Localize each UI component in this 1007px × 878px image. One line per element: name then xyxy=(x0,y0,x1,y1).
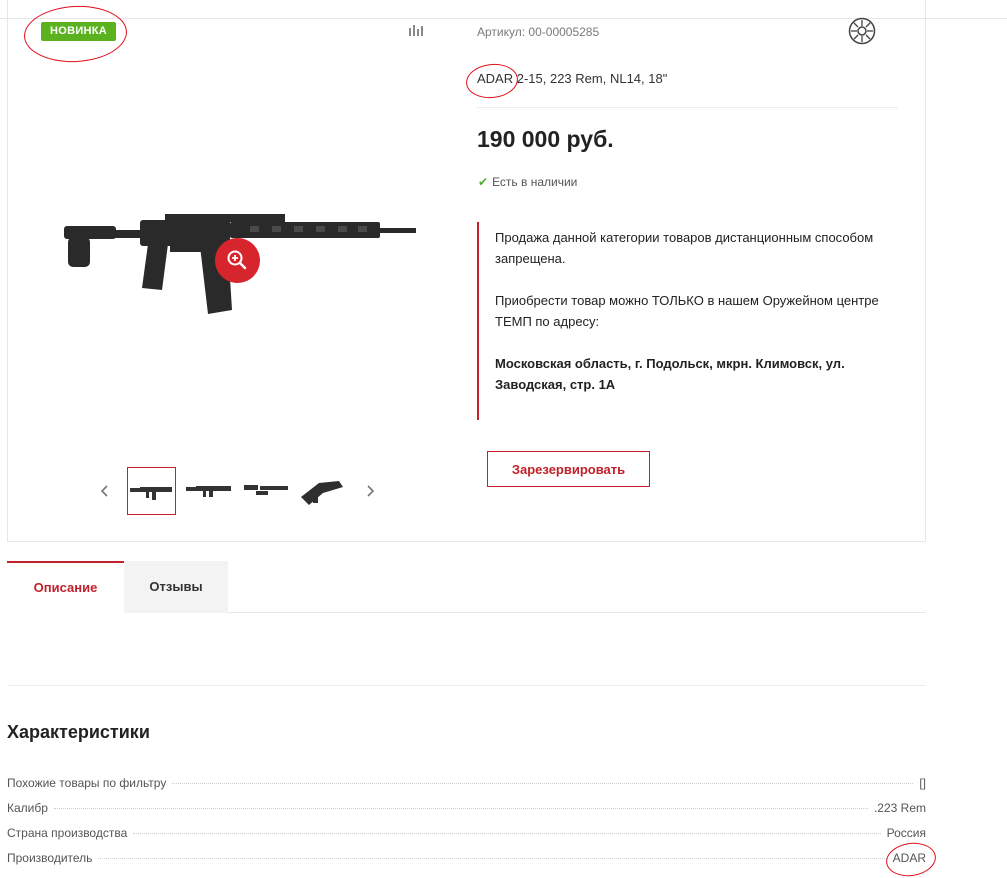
characteristic-value: ADAR xyxy=(892,851,926,865)
new-badge: НОВИНКА xyxy=(41,22,117,41)
characteristic-value: Россия xyxy=(886,826,926,840)
characteristic-row: Калибр .223 Rem xyxy=(7,801,926,819)
title-divider xyxy=(477,107,898,108)
characteristics-title: Характеристики xyxy=(7,722,150,742)
thumbnail-3[interactable] xyxy=(242,467,291,515)
stock-label: Есть в наличии xyxy=(492,175,578,189)
thumbnail-gallery xyxy=(96,466,386,516)
product-price: 190 000 руб. xyxy=(477,126,614,152)
notice-line-2: Приобрести товар можно ТОЛЬКО в нашем Ор… xyxy=(495,293,879,329)
characteristic-row: Страна производства Россия xyxy=(7,826,926,844)
reserve-button[interactable]: Зарезервировать xyxy=(487,451,650,487)
tab-reviews[interactable]: Отзывы xyxy=(124,561,228,613)
characteristic-row: Производитель ADAR xyxy=(7,851,926,869)
thumbnail-1[interactable] xyxy=(127,467,176,515)
zoom-in-icon xyxy=(227,250,247,270)
sale-notice: Продажа данной категории товаров дистанц… xyxy=(477,222,897,420)
notice-line-1: Продажа данной категории товаров дистанц… xyxy=(495,230,874,266)
product-tabs: Описание Отзывы xyxy=(7,561,926,613)
sku-value: 00-00005285 xyxy=(528,25,600,39)
tab-description[interactable]: Описание xyxy=(7,561,124,613)
zoom-button[interactable] xyxy=(215,238,260,283)
notice-address: Московская область, г. Подольск, мкрн. К… xyxy=(495,356,845,392)
brand-logo-icon xyxy=(848,17,876,45)
thumbnail-4[interactable] xyxy=(299,467,348,515)
dotted-leader xyxy=(98,858,887,859)
characteristic-name: Производитель xyxy=(7,851,93,865)
chevron-left-icon[interactable] xyxy=(96,481,114,501)
characteristic-row: Похожие товары по фильтру [] xyxy=(7,776,926,794)
sku-label: Артикул: xyxy=(477,25,526,39)
check-icon: ✔ xyxy=(478,175,489,189)
thumbnail-2[interactable] xyxy=(185,467,234,515)
sku: Артикул: 00-00005285 xyxy=(477,25,599,39)
bar-chart-icon[interactable] xyxy=(408,23,424,37)
dotted-leader xyxy=(172,783,914,784)
characteristic-name: Калибр xyxy=(7,801,48,815)
characteristic-value: .223 Rem xyxy=(873,801,926,815)
section-divider xyxy=(7,685,926,686)
characteristic-name: Похожие товары по фильтру xyxy=(7,776,167,790)
stock-status: ✔ Есть в наличии xyxy=(478,175,577,189)
dotted-leader xyxy=(53,808,868,809)
product-title: ADAR 2-15, 223 Rem, NL14, 18" xyxy=(477,71,668,86)
characteristic-name: Страна производства xyxy=(7,826,128,840)
chevron-right-icon[interactable] xyxy=(361,481,379,501)
dotted-leader xyxy=(133,833,881,834)
characteristic-value: [] xyxy=(919,776,926,790)
